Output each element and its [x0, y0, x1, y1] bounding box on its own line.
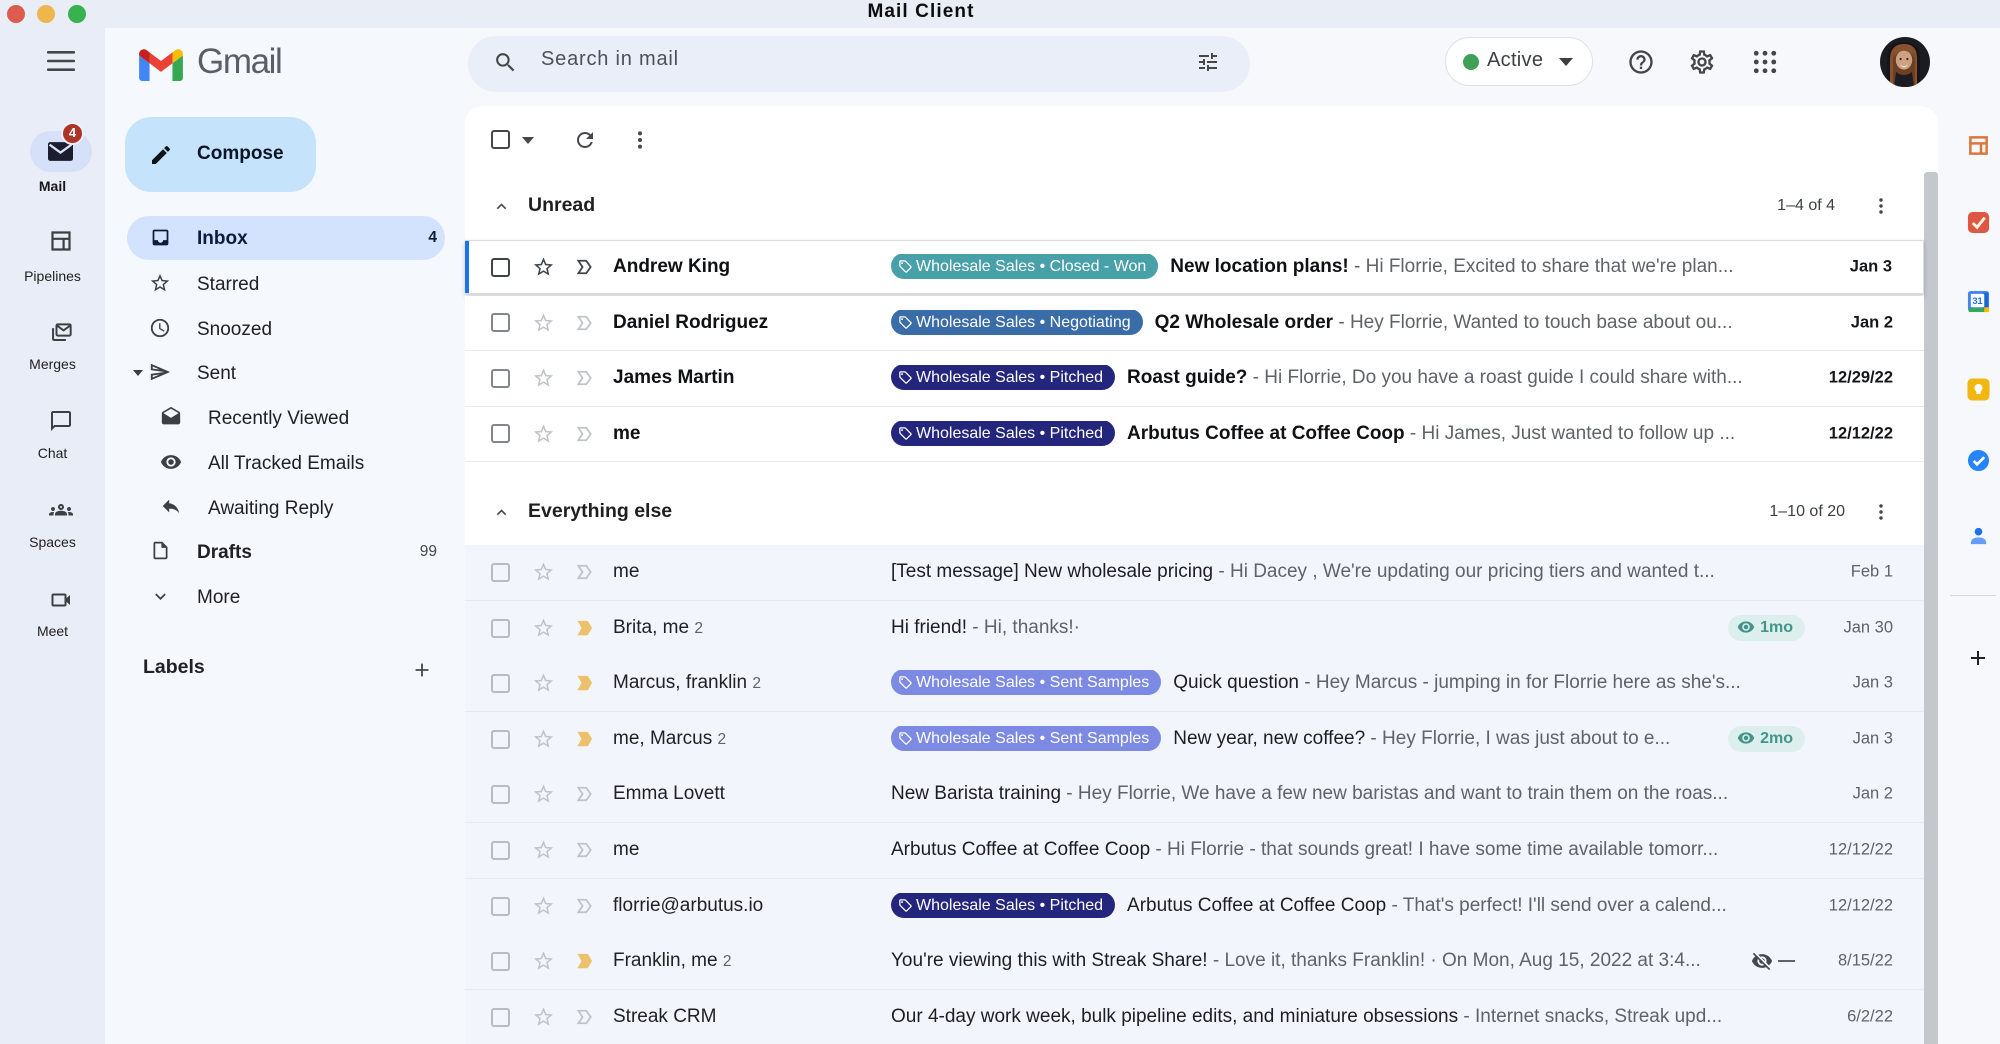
svg-text:31: 31: [1972, 296, 1982, 306]
